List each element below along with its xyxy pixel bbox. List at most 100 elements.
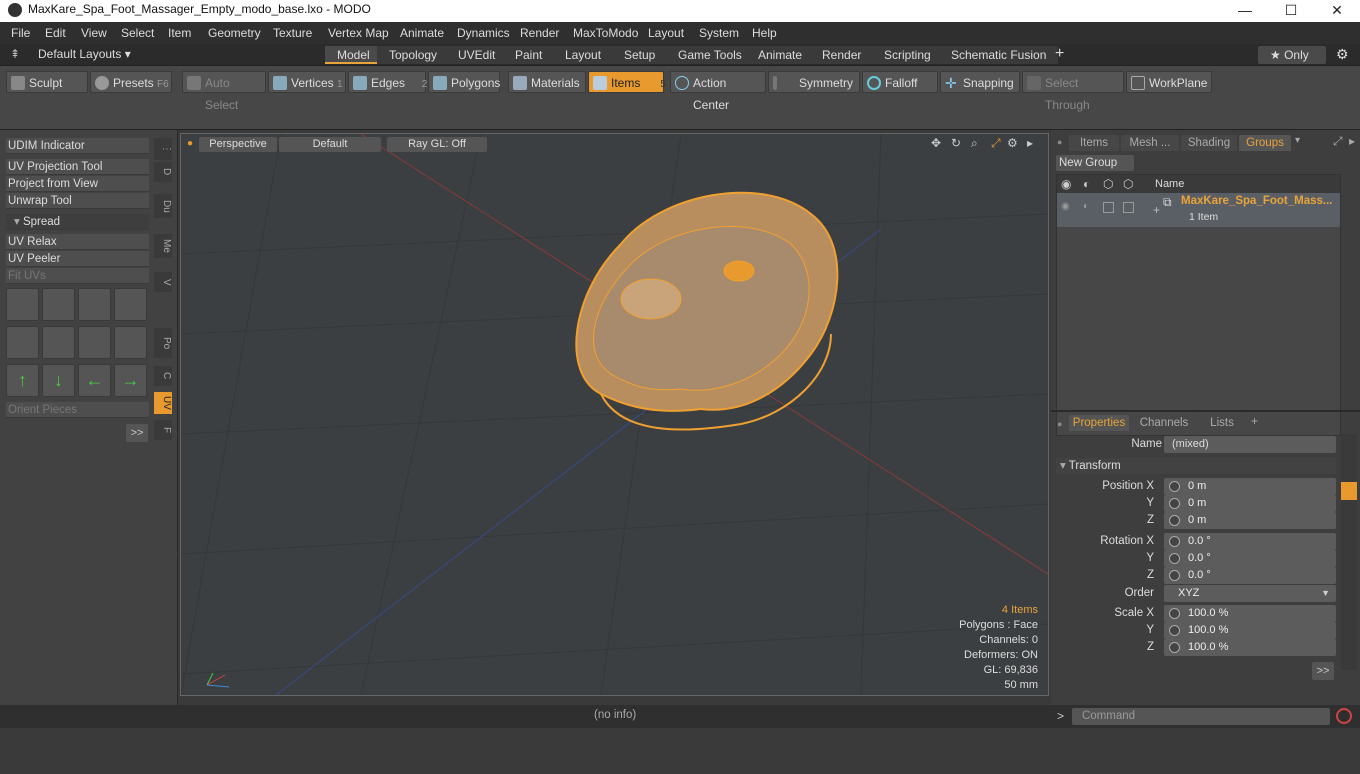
- viewport-menu-icon[interactable]: ▸: [1027, 136, 1033, 150]
- layout-arrow-icon[interactable]: ⇞: [10, 47, 20, 61]
- vtab-me[interactable]: Me: [154, 234, 172, 258]
- row-lock-checkbox[interactable]: [1103, 202, 1114, 213]
- tab-uvedit[interactable]: UVEdit: [446, 46, 509, 64]
- render-icon[interactable]: ◐: [1083, 177, 1090, 191]
- uv-sphere-icon[interactable]: [114, 326, 147, 359]
- orient-pieces-button[interactable]: Orient Pieces: [6, 402, 149, 418]
- fit-uvs-button[interactable]: Fit UVs: [6, 268, 149, 284]
- menu-animate[interactable]: Animate: [400, 26, 444, 40]
- action-center-button[interactable]: Action Center: [670, 71, 766, 112]
- arrow-up-icon[interactable]: ↑: [6, 364, 39, 397]
- vtab-c[interactable]: C: [154, 366, 172, 386]
- sculpt-button[interactable]: Sculpt: [6, 71, 88, 93]
- arrow-left-icon[interactable]: ←: [78, 364, 111, 397]
- workplane-button[interactable]: WorkPlane: [1126, 71, 1212, 93]
- menu-item[interactable]: Item: [168, 26, 191, 40]
- project-from-view-button[interactable]: Project from View: [6, 176, 149, 192]
- shading-dropdown[interactable]: Default: [279, 137, 381, 152]
- tab-animate[interactable]: Animate: [746, 46, 816, 64]
- arrow-down-icon[interactable]: ↓: [42, 364, 75, 397]
- tab-topology[interactable]: Topology: [377, 46, 451, 64]
- position-x-key-icon[interactable]: [1169, 481, 1180, 492]
- tab-model[interactable]: Model: [325, 46, 383, 64]
- arrow-right-icon[interactable]: →: [114, 364, 147, 397]
- fit-icon[interactable]: ⤢: [991, 136, 1001, 151]
- close-button[interactable]: ✕: [1314, 0, 1360, 22]
- maximize-button[interactable]: ☐: [1268, 0, 1314, 22]
- menu-system[interactable]: System: [699, 26, 739, 40]
- uv-rotate-icon[interactable]: [42, 288, 75, 321]
- tab-lists[interactable]: Lists: [1199, 415, 1245, 431]
- tab-properties[interactable]: Properties: [1069, 415, 1129, 431]
- falloff-button[interactable]: Falloff: [862, 71, 938, 93]
- gear-icon[interactable]: ⚙: [1336, 46, 1349, 63]
- select-icon[interactable]: ⬡: [1123, 177, 1133, 191]
- rotation-z-field[interactable]: 0.0 °: [1164, 567, 1336, 584]
- more-properties-button[interactable]: >>: [1312, 662, 1334, 680]
- symmetry-button[interactable]: Symmetry: [768, 71, 860, 93]
- vtab-d[interactable]: D: [154, 162, 172, 182]
- uv-triangle-icon[interactable]: [78, 326, 111, 359]
- menu-dynamics[interactable]: Dynamics: [457, 26, 510, 40]
- menu-layout[interactable]: Layout: [648, 26, 684, 40]
- spread-section[interactable]: ▾ Spread: [6, 214, 149, 230]
- menu-edit[interactable]: Edit: [45, 26, 66, 40]
- tab-mesh[interactable]: Mesh ...: [1121, 135, 1179, 151]
- items-button[interactable]: Items 5: [588, 71, 666, 93]
- properties-side-tab-active[interactable]: [1341, 482, 1357, 500]
- menu-view[interactable]: View: [81, 26, 107, 40]
- group-row[interactable]: ◉ ◐ + ⧉ MaxKare_Spa_Foot_Mass... 1 Item: [1057, 193, 1340, 227]
- scale-z-key-icon[interactable]: [1169, 642, 1180, 653]
- tab-schematic-fusion[interactable]: Schematic Fusion: [939, 46, 1060, 64]
- position-y-key-icon[interactable]: [1169, 498, 1180, 509]
- menu-select[interactable]: Select: [121, 26, 154, 40]
- select-through-button[interactable]: Select Through: [1022, 71, 1124, 112]
- menu-file[interactable]: File: [11, 26, 30, 40]
- uv-relax-button[interactable]: UV Relax: [6, 234, 149, 250]
- order-dropdown[interactable]: XYZ ▼: [1164, 585, 1336, 602]
- perspective-dropdown[interactable]: Perspective: [199, 137, 277, 152]
- materials-button[interactable]: Materials: [508, 71, 586, 93]
- default-layouts-dropdown[interactable]: Default Layouts ▾: [38, 47, 131, 61]
- rotation-x-field[interactable]: 0.0 °: [1164, 533, 1336, 550]
- polygons-button[interactable]: Polygons: [428, 71, 500, 93]
- vtab-po[interactable]: Po: [154, 328, 172, 358]
- uv-move-icon[interactable]: [78, 288, 111, 321]
- menu-texture[interactable]: Texture: [273, 26, 312, 40]
- name-field[interactable]: (mixed): [1164, 436, 1336, 453]
- expand-icon[interactable]: ⤢: [1333, 134, 1343, 149]
- pan-icon[interactable]: ✥: [931, 136, 941, 150]
- tab-items[interactable]: Items: [1069, 135, 1119, 151]
- viewport-gear-icon[interactable]: ⚙: [1007, 136, 1018, 150]
- vtab-dots[interactable]: ⋮: [154, 138, 172, 160]
- visibility-icon[interactable]: ◉: [1061, 177, 1071, 191]
- presets-button[interactable]: Presets F6: [90, 71, 172, 93]
- vtab-uv[interactable]: UV: [154, 392, 172, 414]
- unwrap-tool-button[interactable]: Unwrap Tool: [6, 193, 149, 209]
- scale-y-key-icon[interactable]: [1169, 625, 1180, 636]
- uv-grid-icon[interactable]: [42, 326, 75, 359]
- tab-groups[interactable]: Groups: [1239, 135, 1291, 151]
- rotation-y-key-icon[interactable]: [1169, 553, 1180, 564]
- vtab-v[interactable]: V: [154, 272, 172, 292]
- row-select-checkbox[interactable]: [1123, 202, 1134, 213]
- tab-render[interactable]: Render: [810, 46, 875, 64]
- add-props-tab-button[interactable]: +: [1251, 414, 1258, 428]
- uv-peeler-button[interactable]: UV Peeler: [6, 251, 149, 267]
- rotation-z-key-icon[interactable]: [1169, 570, 1180, 581]
- row-visibility-icon[interactable]: ◉: [1061, 201, 1070, 212]
- scale-x-key-icon[interactable]: [1169, 608, 1180, 619]
- scale-x-field[interactable]: 100.0 %: [1164, 605, 1336, 622]
- command-input[interactable]: Command: [1072, 708, 1330, 725]
- snapping-button[interactable]: ✛ Snapping: [940, 71, 1020, 93]
- menu-maxtomodo[interactable]: MaxToModo: [573, 26, 638, 40]
- lock-icon[interactable]: ⬡: [1103, 177, 1113, 191]
- edges-button[interactable]: Edges 2: [348, 71, 427, 93]
- udim-indicator-button[interactable]: UDIM Indicator: [6, 138, 149, 154]
- scale-z-field[interactable]: 100.0 %: [1164, 639, 1336, 656]
- menu-vertex-map[interactable]: Vertex Map: [328, 26, 389, 40]
- menu-render[interactable]: Render: [520, 26, 559, 40]
- 3d-viewport[interactable]: ● Perspective Default Ray GL: Off ✥ ↻ ⌕ …: [180, 133, 1049, 696]
- record-icon[interactable]: [1336, 708, 1352, 724]
- tab-game-tools[interactable]: Game Tools: [666, 46, 755, 64]
